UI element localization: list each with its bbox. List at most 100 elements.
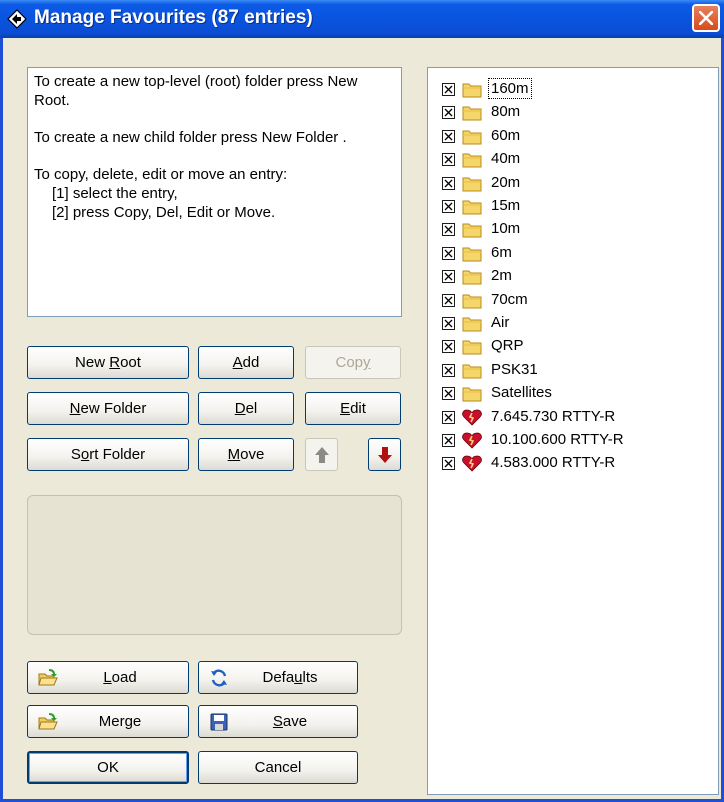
sort-folder-accelerator: o xyxy=(80,446,90,463)
check-cross-icon xyxy=(444,272,453,281)
add-accelerator: A xyxy=(232,354,243,371)
tree-item-label: 10m xyxy=(491,220,521,238)
copy-accelerator: y xyxy=(363,354,371,371)
copy-button[interactable]: Copy xyxy=(305,346,401,379)
folder-icon xyxy=(462,292,482,309)
instruction-new-folder: To create a new child folder press New F… xyxy=(34,129,347,146)
checkbox[interactable] xyxy=(442,83,455,96)
tree-item-label: 80m xyxy=(491,103,521,121)
instruction-new-root: To create a new top-level (root) folder … xyxy=(34,73,358,109)
checkbox[interactable] xyxy=(442,434,455,447)
checkbox[interactable] xyxy=(442,106,455,120)
tree-item-label: 6m xyxy=(491,243,512,261)
sort-folder-label-post: rt Folder xyxy=(89,446,146,463)
checkbox[interactable] xyxy=(442,176,455,190)
close-icon xyxy=(699,11,713,25)
instruction-entry-intro: To copy, delete, edit or move an entry: xyxy=(34,166,288,183)
check-cross-icon xyxy=(444,108,453,117)
del-label-post: el xyxy=(245,400,258,417)
check-cross-icon xyxy=(444,389,453,398)
check-cross-icon xyxy=(444,202,453,211)
checkbox[interactable] xyxy=(442,246,455,260)
folder-icon xyxy=(462,221,482,238)
check-cross-icon xyxy=(444,155,453,164)
tree-item-label: 70cm xyxy=(491,290,528,308)
load-accelerator: L xyxy=(103,669,112,686)
merge-button[interactable]: Merge xyxy=(27,705,189,738)
check-cross-icon xyxy=(444,249,453,258)
save-button[interactable]: Save xyxy=(198,705,358,738)
checkbox[interactable] xyxy=(442,410,455,424)
arrow-down-icon xyxy=(378,447,392,463)
tree-item-label: 10.100.600 RTTY-R xyxy=(491,431,624,448)
checkbox[interactable] xyxy=(442,387,455,401)
defaults-label-post: lts xyxy=(302,669,318,686)
tree-item-label: 20m xyxy=(491,173,521,191)
check-cross-icon xyxy=(444,319,453,328)
tree-item-label: 7.645.730 RTTY-R xyxy=(491,407,616,425)
new-folder-label-post: ew Folder xyxy=(80,400,147,417)
cancel-button[interactable]: Cancel xyxy=(198,751,358,784)
details-panel xyxy=(27,495,402,635)
sort-folder-label-pre: S xyxy=(70,446,81,463)
move-accelerator: M xyxy=(227,446,241,463)
checkbox[interactable] xyxy=(442,363,455,377)
edit-button[interactable]: Edit xyxy=(305,392,401,425)
checkbox[interactable] xyxy=(442,293,455,307)
checkbox[interactable] xyxy=(442,457,455,471)
check-cross-icon xyxy=(444,413,453,422)
tree-item-label: Air xyxy=(491,314,510,331)
checkbox[interactable] xyxy=(442,200,455,213)
folder-icon xyxy=(462,245,482,262)
move-label-post: ove xyxy=(240,446,265,463)
defaults-label-pre: Defa xyxy=(262,669,295,686)
defaults-accelerator: u xyxy=(294,669,303,686)
instruction-step-2: [2] press Copy, Del, Edit or Move. xyxy=(52,204,276,221)
load-label-post: oad xyxy=(111,669,137,686)
folder-icon xyxy=(462,198,482,215)
checkbox[interactable] xyxy=(442,223,455,237)
merge-label: Merge xyxy=(98,713,142,730)
title-bar[interactable]: Manage Favourites (87 entries) xyxy=(0,0,724,38)
folder-icon xyxy=(462,385,482,402)
check-cross-icon xyxy=(444,436,453,445)
folder-icon xyxy=(462,175,482,192)
folder-icon xyxy=(462,362,482,379)
manage-favourites-dialog: Manage Favourites (87 entries) To create… xyxy=(0,0,724,802)
check-cross-icon xyxy=(444,296,453,305)
checkbox[interactable] xyxy=(442,153,455,167)
move-down-button[interactable] xyxy=(368,438,401,471)
sort-folder-button[interactable]: Sort Folder xyxy=(27,438,189,471)
folder-icon xyxy=(462,268,482,285)
edit-accelerator: E xyxy=(340,400,351,417)
save-accelerator: S xyxy=(272,713,283,730)
move-button[interactable]: Move xyxy=(198,438,294,471)
tree-item-label: 40m xyxy=(491,150,521,168)
save-label-post: ave xyxy=(282,713,308,730)
del-button[interactable]: Del xyxy=(198,392,294,425)
folder-icon xyxy=(462,81,482,98)
tree-item-label: QRP xyxy=(491,337,524,355)
add-button[interactable]: Add xyxy=(198,346,294,379)
new-root-accelerator: R xyxy=(109,354,121,371)
instructions-panel: To create a new top-level (root) folder … xyxy=(27,67,402,317)
checkbox[interactable] xyxy=(442,340,455,354)
check-cross-icon xyxy=(444,366,453,375)
checkbox[interactable] xyxy=(442,270,455,284)
checkbox[interactable] xyxy=(442,129,455,143)
favourites-tree[interactable]: 160m 80m 60m 40m 20m 15m 10m 6m 2m 70cm Air QRP PSK3… xyxy=(427,67,719,795)
tree-item-label: Satellites xyxy=(491,384,552,402)
load-button[interactable]: Load xyxy=(27,661,189,694)
close-button[interactable] xyxy=(692,4,720,32)
checkbox[interactable] xyxy=(442,317,455,330)
move-up-button[interactable] xyxy=(305,438,338,471)
new-root-label-post: oot xyxy=(120,354,141,371)
defaults-button[interactable]: Defaults xyxy=(198,661,358,694)
ok-button[interactable]: OK xyxy=(27,751,189,784)
new-root-button[interactable]: New Root xyxy=(27,346,189,379)
folder-icon xyxy=(462,315,482,332)
check-cross-icon xyxy=(444,179,453,188)
new-folder-button[interactable]: New Folder xyxy=(27,392,189,425)
tree-item-label: PSK31 xyxy=(491,360,538,378)
open-folder-icon xyxy=(38,669,58,686)
